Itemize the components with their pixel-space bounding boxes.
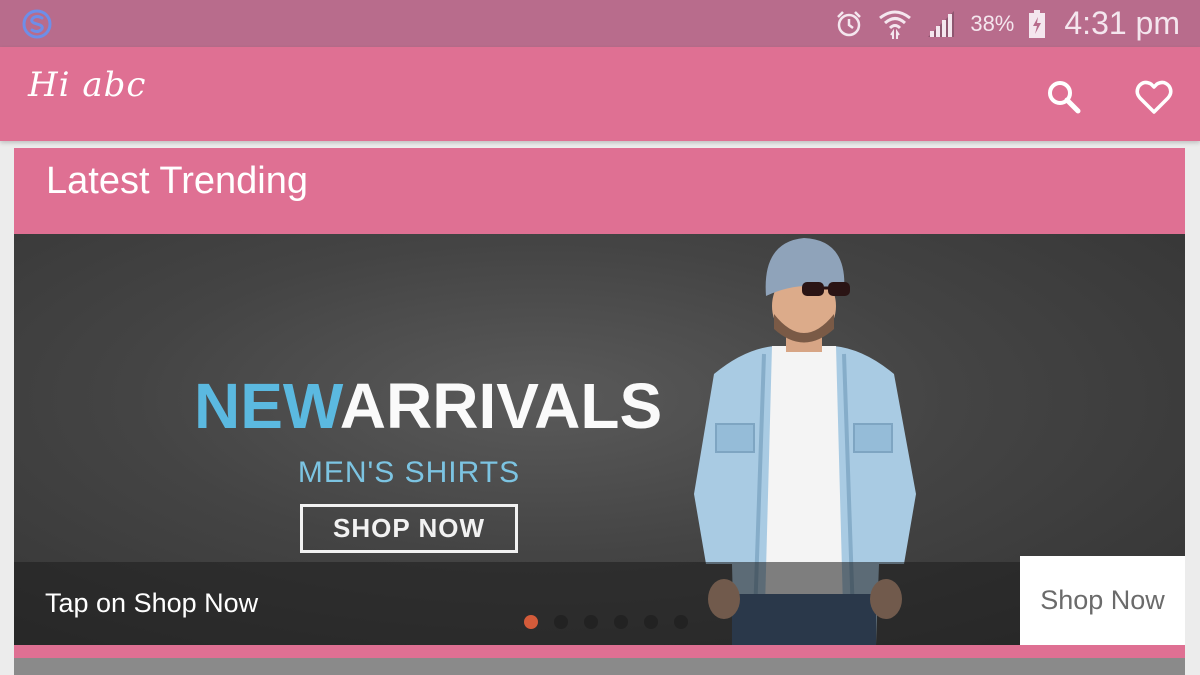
- headline-arrivals: ARRIVALS: [339, 370, 663, 442]
- status-bar: 38% 4:31 pm: [0, 0, 1200, 47]
- heart-icon: [1135, 80, 1173, 114]
- app-s-icon: [22, 9, 52, 39]
- clock: 4:31 pm: [1064, 5, 1180, 41]
- search-icon: [1048, 81, 1081, 114]
- carousel-dot[interactable]: [554, 615, 568, 629]
- carousel-dot[interactable]: [524, 615, 538, 629]
- banner-shop-now-button[interactable]: SHOP NOW: [300, 504, 518, 553]
- shop-now-button[interactable]: Shop Now: [1020, 556, 1185, 645]
- signal-icon: [928, 10, 955, 37]
- greeting-title: Hi abc: [28, 65, 147, 105]
- wifi-icon: [879, 10, 912, 39]
- app-bar: Hi abc: [0, 47, 1200, 141]
- alarm-icon: [837, 10, 862, 36]
- carousel-dot[interactable]: [584, 615, 598, 629]
- section-title: Latest Trending: [46, 160, 308, 202]
- carousel-dot[interactable]: [644, 615, 658, 629]
- carousel-indicators: [524, 615, 688, 629]
- favorites-button[interactable]: [1134, 77, 1174, 117]
- caption-bar: Tap on Shop Now: [14, 562, 1185, 645]
- trending-card: Latest Trending NEWARRIVALS MEN'S SHIRTS…: [14, 148, 1185, 658]
- banner-headline: NEWARRIVALS: [194, 374, 662, 438]
- carousel-dot[interactable]: [614, 615, 628, 629]
- carousel-dot[interactable]: [674, 615, 688, 629]
- banner-text: NEWARRIVALS MEN'S SHIRTS SHOP NOW: [194, 374, 662, 553]
- status-indicators: 38% 4:31 pm: [834, 0, 1180, 47]
- battery-charging-icon: [1029, 9, 1046, 38]
- search-button[interactable]: [1044, 77, 1084, 117]
- promo-banner[interactable]: NEWARRIVALS MEN'S SHIRTS SHOP NOW Tap on…: [14, 234, 1185, 645]
- caption-text: Tap on Shop Now: [45, 588, 259, 618]
- banner-subline: MEN'S SHIRTS: [297, 456, 521, 489]
- headline-new: NEW: [194, 370, 340, 442]
- next-card-preview: [14, 656, 1185, 675]
- battery-percent: 38%: [970, 10, 1015, 36]
